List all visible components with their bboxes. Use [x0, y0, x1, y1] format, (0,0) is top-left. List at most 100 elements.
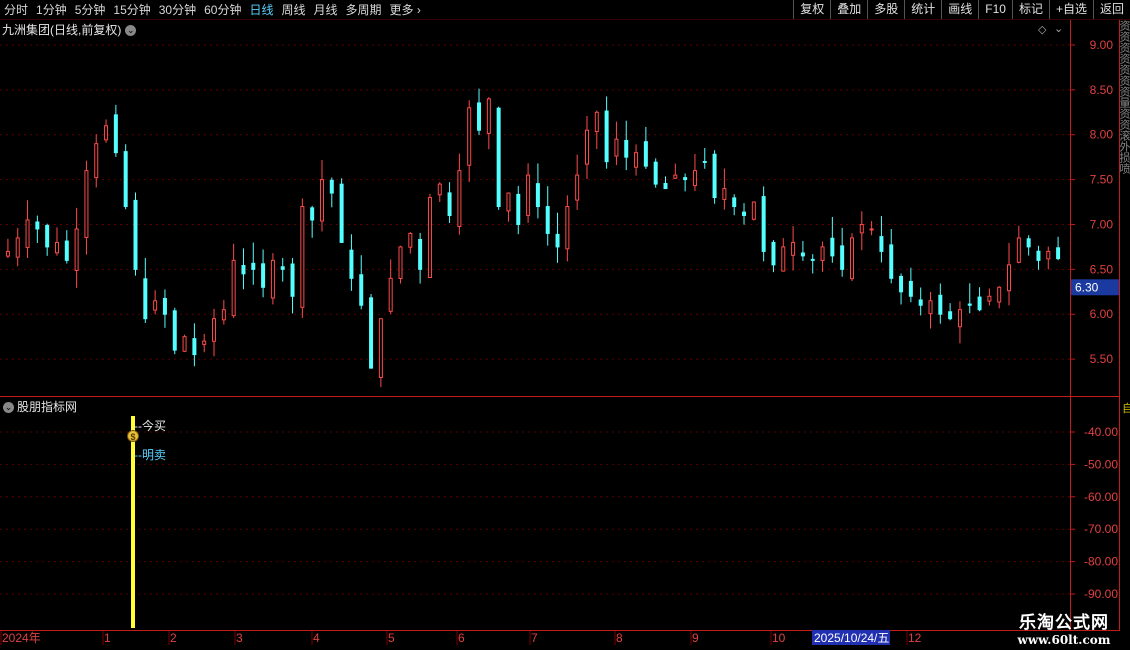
candle-body	[25, 219, 30, 248]
chart-area[interactable]: $--今买 --明卖 9.00 8.50 8.00 7.50 7.00 6.50 6.00 5.…	[0, 0, 1130, 650]
candle-body	[683, 177, 688, 181]
candle-body	[1016, 237, 1021, 263]
candle-body	[54, 241, 59, 254]
candle-body	[74, 228, 79, 271]
candle-body	[712, 153, 717, 199]
price-label: 7.50	[1090, 173, 1114, 187]
indicator-axis-label: -50.00	[1084, 457, 1118, 471]
candle-body	[791, 241, 796, 256]
candle-body	[800, 252, 805, 257]
candlestick-series: $--今买 --明卖	[5, 88, 1061, 628]
candle-body	[467, 107, 472, 166]
candle-body	[604, 110, 609, 163]
candle-body	[751, 201, 756, 220]
side-strip-bottom: 自买	[1122, 402, 1130, 415]
date-label: 7	[531, 631, 538, 645]
candle-body	[113, 114, 118, 154]
chevron-down-icon[interactable]: ⌄	[3, 402, 14, 414]
candle-body	[339, 183, 344, 243]
candle-body	[840, 245, 845, 270]
watermark-title: 乐淘公式网	[1019, 613, 1109, 633]
candle-body	[643, 141, 648, 167]
candle-body	[64, 240, 69, 261]
date-label: 2024年	[2, 631, 41, 645]
dollar-sign-glyph: $	[131, 432, 136, 442]
candle-body	[496, 107, 501, 208]
candle-body	[486, 98, 491, 134]
date-label: 5	[388, 631, 395, 645]
candle-body	[575, 174, 580, 201]
candle-body	[221, 309, 226, 321]
price-label: 9.00	[1090, 38, 1114, 52]
indicator-name: 股朋指标网	[17, 400, 78, 414]
candle-body	[584, 129, 589, 165]
candle-body	[948, 311, 953, 320]
side-panel-strip[interactable]: 资资资资资资资量资资滚外损喷	[1120, 20, 1130, 395]
candle-body	[437, 183, 442, 196]
candle-body	[928, 300, 933, 315]
indicator-axis-label: -80.00	[1084, 555, 1118, 569]
candle-body	[634, 152, 639, 168]
date-label: 4	[313, 631, 320, 645]
candle-body	[653, 161, 658, 185]
candle-body	[270, 259, 275, 299]
candle-body	[722, 188, 727, 200]
candle-body	[172, 310, 177, 351]
candle-body	[192, 338, 197, 356]
candle-body	[153, 300, 158, 311]
candle-body	[614, 138, 619, 157]
indicator-axis-label: -70.00	[1084, 522, 1118, 536]
candle-body	[1036, 250, 1041, 261]
date-label: 6	[458, 631, 465, 645]
candle-body	[742, 211, 747, 216]
candle-body	[457, 170, 462, 228]
candle-body	[251, 262, 256, 270]
candle-body	[879, 236, 884, 252]
candle-body	[526, 174, 531, 216]
candle-body	[997, 286, 1002, 303]
price-label: 7.00	[1090, 217, 1114, 231]
candle-body	[143, 278, 148, 320]
candle-body	[820, 246, 825, 262]
candle-body	[1046, 250, 1051, 260]
candle-body	[545, 206, 550, 234]
candle-body	[849, 237, 854, 280]
watermark: 乐淘公式网 www.60lt.com	[998, 608, 1130, 647]
candle-body	[957, 309, 962, 328]
date-label: 1	[104, 631, 111, 645]
sell-label: --明卖	[134, 448, 166, 462]
date-highlight: 2025/10/24/五	[814, 631, 889, 645]
indicator-title[interactable]: ⌄ 股朋指标网	[3, 398, 77, 415]
candle-body	[241, 265, 246, 275]
candle-body	[810, 258, 815, 261]
date-label: 2	[170, 631, 177, 645]
price-label: 8.00	[1090, 128, 1114, 142]
date-label: 12	[908, 631, 922, 645]
candle-body	[673, 174, 678, 179]
date-label: 3	[236, 631, 243, 645]
candle-body	[702, 160, 707, 163]
candle-body	[359, 274, 364, 306]
date-label: 8	[616, 631, 623, 645]
candle-body	[830, 237, 835, 257]
candle-body	[427, 197, 432, 279]
candle-body	[869, 228, 874, 231]
candle-body	[35, 221, 40, 230]
candle-body	[781, 246, 786, 272]
indicator-axis-label: -40.00	[1084, 425, 1118, 439]
price-label: 6.00	[1090, 307, 1114, 321]
candle-body	[329, 179, 334, 194]
candle-body	[310, 207, 315, 221]
candle-body	[369, 297, 374, 369]
candle-body	[280, 266, 285, 270]
candle-body	[378, 318, 383, 378]
candle-body	[231, 259, 236, 317]
candle-body	[516, 193, 521, 225]
candle-body	[15, 237, 20, 258]
date-label: 10	[772, 631, 786, 645]
candle-body	[104, 125, 109, 141]
candle-body	[859, 223, 864, 234]
candle-body	[918, 299, 923, 306]
candle-body	[899, 275, 904, 293]
candle-body	[94, 143, 99, 179]
